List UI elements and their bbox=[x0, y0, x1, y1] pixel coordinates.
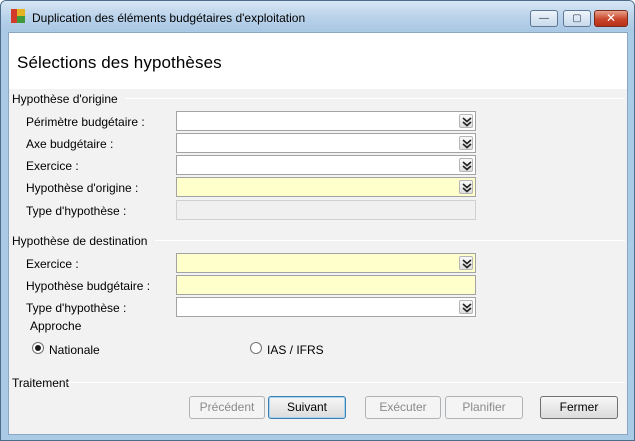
chevron-down-icon[interactable] bbox=[459, 136, 473, 150]
header-band: Sélections des hypothèses bbox=[9, 33, 627, 89]
destination-hypothesis-input[interactable] bbox=[176, 275, 476, 295]
approach-label: Approche bbox=[30, 319, 82, 333]
origin-type-field bbox=[176, 200, 476, 220]
destination-type-label: Type d'hypothèse : bbox=[26, 301, 127, 315]
radio-ias-ifrs[interactable] bbox=[250, 342, 262, 354]
chevron-down-icon[interactable] bbox=[459, 114, 473, 128]
schedule-button[interactable]: Planifier bbox=[445, 396, 523, 419]
origin-hypothesis-label: Hypothèse d'origine : bbox=[26, 181, 139, 195]
radio-nationale-label[interactable]: Nationale bbox=[49, 343, 100, 357]
origin-group-label: Hypothèse d'origine bbox=[12, 92, 118, 106]
execute-button[interactable]: Exécuter bbox=[365, 396, 441, 419]
page-title: Sélections des hypothèses bbox=[17, 53, 222, 72]
origin-group-divider bbox=[125, 98, 625, 99]
chevron-down-icon[interactable] bbox=[459, 180, 473, 194]
origin-perimeter-select[interactable] bbox=[176, 111, 476, 131]
origin-hypothesis-select[interactable] bbox=[176, 177, 476, 197]
origin-axis-select[interactable] bbox=[176, 133, 476, 153]
window-title: Duplication des éléments budgétaires d'e… bbox=[32, 11, 306, 25]
destination-group-label: Hypothèse de destination bbox=[12, 234, 148, 248]
title-bar[interactable]: Duplication des éléments budgétaires d'e… bbox=[1, 1, 634, 31]
chevron-down-icon[interactable] bbox=[459, 158, 473, 172]
destination-type-select[interactable] bbox=[176, 297, 476, 317]
close-window-button[interactable]: ✕ bbox=[594, 10, 628, 27]
destination-year-select[interactable] bbox=[176, 253, 476, 273]
dialog-client-area: Sélections des hypothèses Hypothèse d'or… bbox=[8, 32, 628, 435]
minimize-button[interactable]: — bbox=[530, 10, 558, 27]
maximize-button[interactable]: ▢ bbox=[563, 10, 591, 27]
radio-nationale[interactable] bbox=[32, 342, 44, 354]
chevron-down-icon[interactable] bbox=[459, 256, 473, 270]
destination-year-label: Exercice : bbox=[26, 257, 79, 271]
radio-selected-dot bbox=[35, 345, 41, 351]
next-button[interactable]: Suivant bbox=[268, 396, 346, 419]
treatment-group-label: Traitement bbox=[12, 376, 69, 390]
destination-group-divider bbox=[155, 240, 625, 241]
origin-year-select[interactable] bbox=[176, 155, 476, 175]
origin-axis-label: Axe budgétaire : bbox=[26, 137, 114, 151]
close-icon: ✕ bbox=[605, 11, 617, 25]
chevron-down-icon[interactable] bbox=[459, 300, 473, 314]
treatment-group-divider bbox=[67, 382, 625, 383]
destination-hypothesis-label: Hypothèse budgétaire : bbox=[26, 279, 151, 293]
maximize-icon: ▢ bbox=[572, 13, 582, 24]
close-button[interactable]: Fermer bbox=[540, 396, 618, 419]
app-icon bbox=[11, 9, 25, 23]
radio-ias-ifrs-label[interactable]: IAS / IFRS bbox=[267, 343, 324, 357]
origin-type-label: Type d'hypothèse : bbox=[26, 204, 127, 218]
origin-perimeter-label: Périmètre budgétaire : bbox=[26, 115, 145, 129]
minimize-icon: — bbox=[539, 13, 549, 24]
previous-button[interactable]: Précédent bbox=[189, 396, 265, 419]
dialog-window: Duplication des éléments budgétaires d'e… bbox=[0, 0, 635, 441]
origin-year-label: Exercice : bbox=[26, 159, 79, 173]
